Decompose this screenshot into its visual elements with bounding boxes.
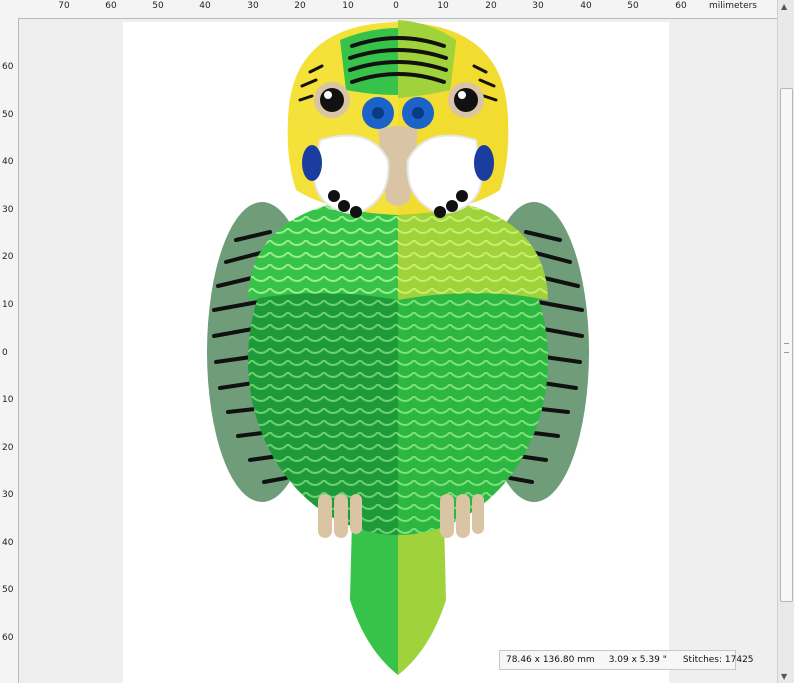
status-bar: 78.46 x 136.80 mm 3.09 x 5.39 " Stitches…: [499, 650, 754, 670]
design-size-in: 3.09 x 5.39 ": [608, 655, 667, 665]
stitch-count: Stitches: 17425: [682, 655, 754, 665]
grip-icon: [784, 343, 789, 353]
right-eye-icon: [448, 82, 484, 118]
scroll-up-icon[interactable]: ▲: [781, 2, 787, 11]
tail: [350, 520, 446, 675]
left-eye-icon: [314, 82, 350, 118]
right-foot: [440, 494, 484, 538]
design-size-mm: 78.46 x 136.80 mm: [506, 655, 595, 665]
left-foot: [318, 494, 362, 538]
scrollbar-thumb[interactable]: [780, 88, 793, 602]
budgie-design[interactable]: [0, 0, 794, 683]
vertical-scrollbar[interactable]: ▲ ▼: [777, 0, 794, 683]
body: [248, 185, 548, 535]
scroll-down-icon[interactable]: ▼: [781, 672, 787, 681]
